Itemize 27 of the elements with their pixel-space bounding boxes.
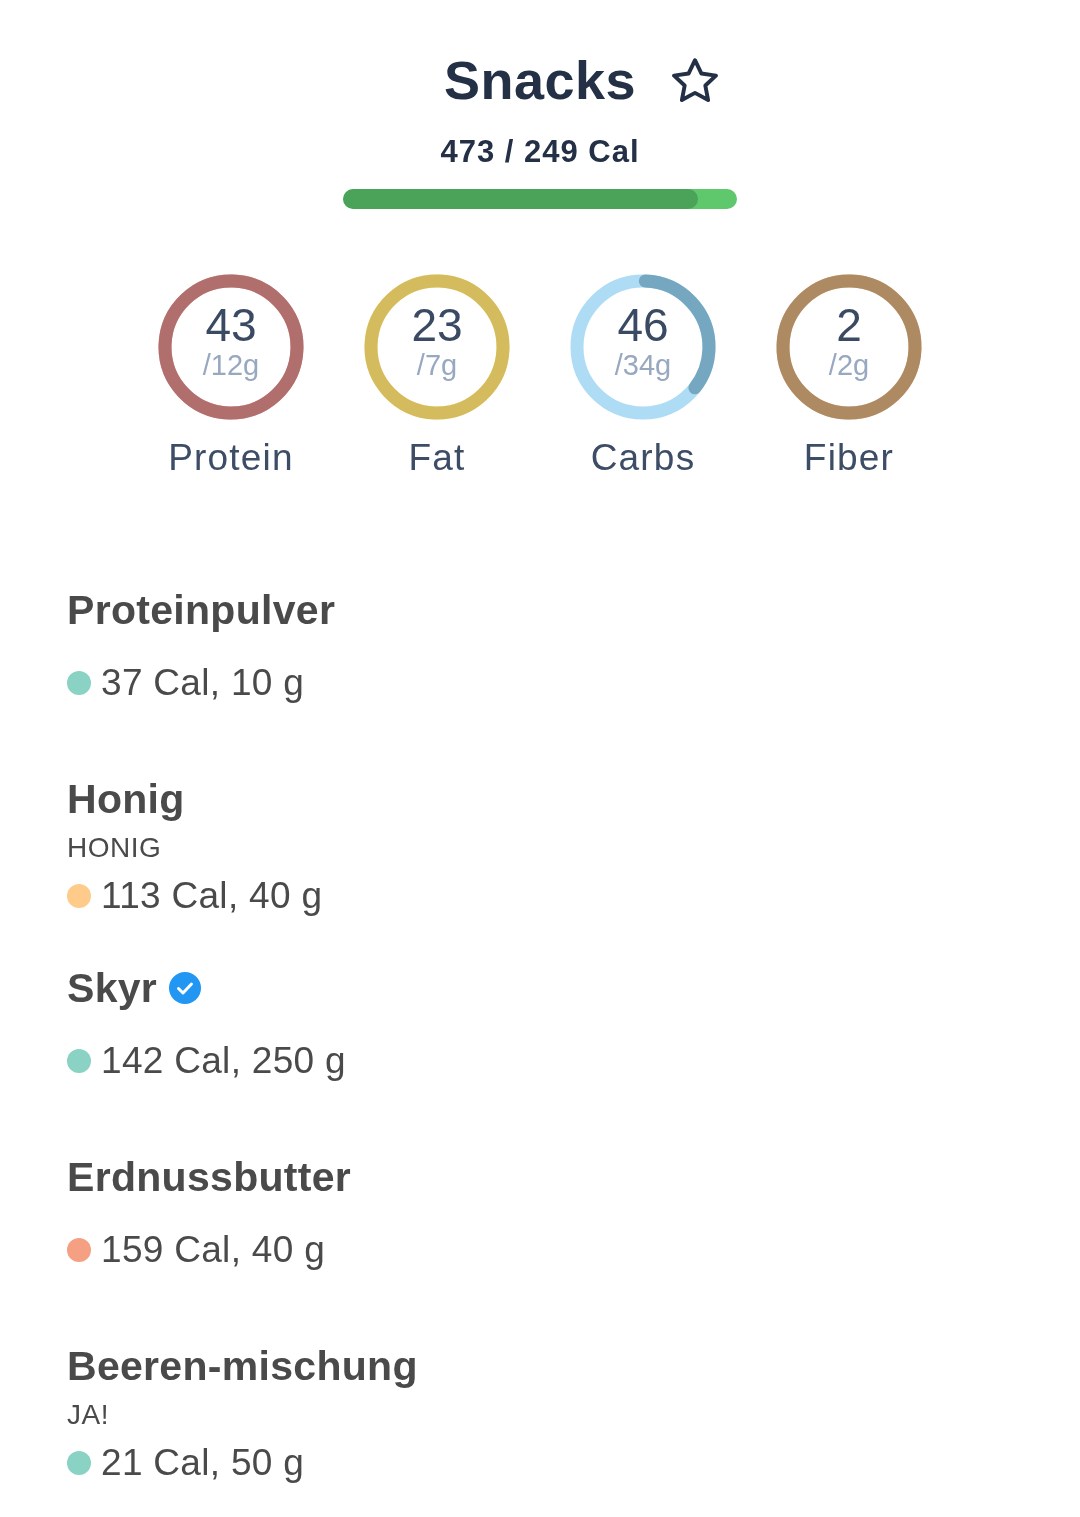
food-name: Proteinpulver <box>67 586 336 635</box>
star-icon[interactable] <box>672 58 718 102</box>
ring-value: 2 <box>836 302 862 348</box>
food-amount: 21 Cal, 50 g <box>101 1441 305 1485</box>
ring-value: 46 <box>617 302 669 348</box>
ring-goal: /34g <box>614 348 672 382</box>
ring-goal: /12g <box>202 348 260 382</box>
meal-title: Snacks <box>443 50 637 110</box>
macro-label: Protein <box>168 436 294 480</box>
macro-label: Fiber <box>803 436 895 480</box>
food-amount: 113 Cal, 40 g <box>101 874 323 918</box>
ring-goal: /7g <box>416 348 458 382</box>
macro-label: Fat <box>408 436 466 480</box>
ring-value: 23 <box>411 302 463 348</box>
food-name: Honig <box>67 775 185 824</box>
macro-label: Carbs <box>590 436 696 480</box>
food-amount: 37 Cal, 10 g <box>101 661 305 705</box>
food-amount: 159 Cal, 40 g <box>101 1228 325 1272</box>
ring-value: 43 <box>205 302 257 348</box>
food-name: Skyr <box>67 964 158 1013</box>
food-amount: 142 Cal, 250 g <box>101 1039 346 1083</box>
food-brand: HONIG <box>67 831 162 865</box>
food-name: Erdnussbutter <box>67 1153 352 1202</box>
ring-goal: /2g <box>828 348 870 382</box>
calorie-summary: 473 / 249 Cal <box>440 134 640 169</box>
food-brand: JA! <box>67 1398 109 1432</box>
food-name: Beeren-mischung <box>67 1342 418 1391</box>
